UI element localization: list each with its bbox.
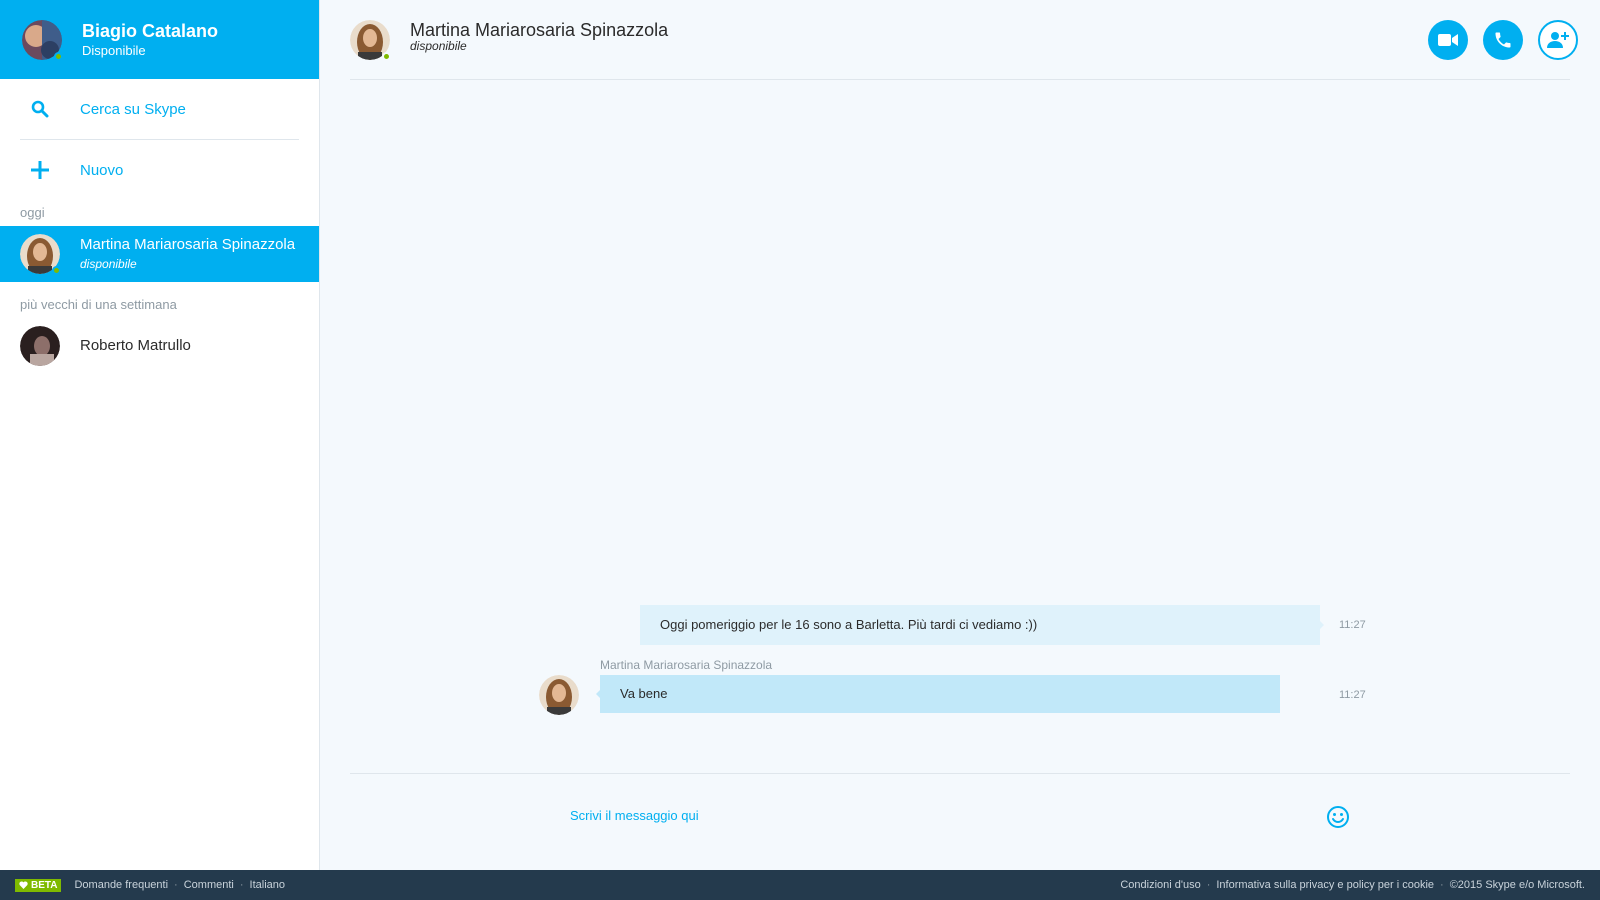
plus-icon [31, 161, 49, 179]
conversation-name: Martina Mariarosaria Spinazzola [80, 236, 296, 253]
footer-link-privacy[interactable]: Informativa sulla privacy e policy per i… [1216, 879, 1434, 891]
beta-label: BETA [31, 879, 58, 891]
footer: BETA Domande frequenti · Commenti · Ital… [0, 870, 1600, 900]
section-label-older: più vecchi di una settimana [20, 297, 177, 312]
footer-link-faq[interactable]: Domande frequenti [74, 879, 168, 891]
heart-icon [19, 881, 28, 889]
chat-contact-avatar[interactable] [350, 20, 391, 61]
video-call-button[interactable] [1428, 20, 1468, 60]
user-avatar [22, 19, 63, 61]
search-skype-button[interactable]: Cerca su Skype [0, 79, 319, 139]
chat-contact-status: disponibile [410, 39, 467, 53]
chat-contact-name[interactable]: Martina Mariarosaria Spinazzola [410, 19, 668, 41]
presence-indicator [382, 52, 391, 61]
contact-avatar [20, 326, 60, 366]
chat-header: Martina Mariarosaria Spinazzola disponib… [350, 0, 1578, 80]
add-participant-button[interactable] [1538, 20, 1578, 60]
search-icon [31, 100, 49, 118]
footer-copyright: ©2015 Skype e/o Microsoft. [1449, 879, 1585, 891]
smiley-icon [1327, 806, 1349, 828]
conversation-status: disponibile [80, 257, 137, 271]
composer-divider [350, 773, 1570, 774]
beta-badge: BETA [15, 878, 62, 892]
chat-panel: Martina Mariarosaria Spinazzola disponib… [320, 0, 1600, 870]
audio-call-button[interactable] [1483, 20, 1523, 60]
new-conversation-label: Nuovo [80, 161, 124, 179]
message-outgoing[interactable]: Oggi pomeriggio per le 16 sono a Barlett… [640, 605, 1320, 645]
emoji-button[interactable] [1326, 805, 1350, 829]
message-sender-avatar-image [539, 675, 579, 715]
footer-link-language[interactable]: Italiano [250, 879, 285, 891]
conversation-name: Roberto Matrullo [80, 337, 191, 354]
add-user-icon [1547, 32, 1569, 48]
sidebar: Biagio Catalano Disponibile Cerca su Sky… [0, 0, 320, 870]
user-status: Disponibile [82, 42, 146, 58]
footer-link-terms[interactable]: Condizioni d'uso [1120, 879, 1200, 891]
section-label-today: oggi [20, 205, 45, 220]
message-incoming[interactable]: Va bene [600, 675, 1280, 713]
message-sender-name: Martina Mariarosaria Spinazzola [600, 658, 773, 672]
conversation-item-roberto[interactable]: Roberto Matrullo [0, 318, 319, 374]
contact-avatar-image [20, 326, 60, 366]
message-input[interactable] [570, 800, 1290, 830]
message-timestamp: 11:27 [1339, 619, 1366, 631]
video-camera-icon [1438, 34, 1458, 46]
presence-indicator [54, 51, 63, 61]
user-profile[interactable]: Biagio Catalano Disponibile [0, 0, 319, 79]
message-outgoing-tail [1320, 621, 1324, 629]
footer-separator: · [239, 879, 244, 891]
phone-icon [1495, 32, 1511, 48]
user-name: Biagio Catalano [82, 20, 219, 41]
footer-separator: · [1206, 879, 1211, 891]
conversation-item-martina[interactable]: Martina Mariarosaria Spinazzola disponib… [0, 226, 319, 282]
footer-link-feedback[interactable]: Commenti [184, 879, 234, 891]
new-conversation-button[interactable]: Nuovo [0, 140, 319, 200]
contact-avatar [20, 234, 61, 275]
presence-indicator [52, 266, 61, 275]
footer-separator: · [1440, 879, 1444, 891]
search-skype-label: Cerca su Skype [80, 100, 186, 118]
footer-separator: · [174, 879, 178, 891]
message-timestamp: 11:27 [1339, 689, 1366, 701]
message-sender-avatar[interactable] [539, 675, 579, 715]
footer-links-left: Domande frequenti · Commenti · Italiano [74, 879, 285, 891]
footer-links-right: Condizioni d'uso · Informativa sulla pri… [1120, 879, 1585, 891]
